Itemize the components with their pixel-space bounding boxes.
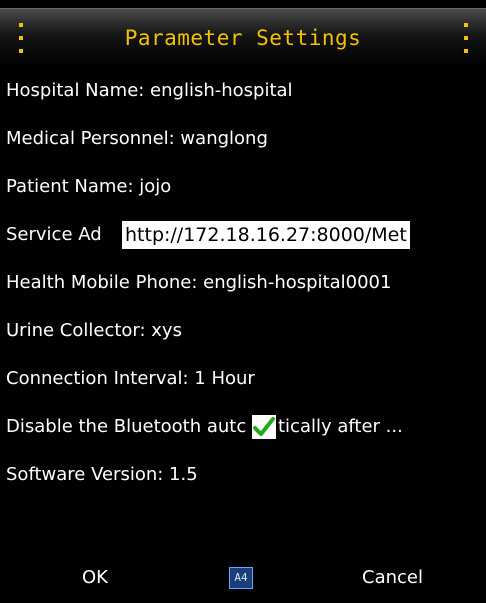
setting-medical-personnel[interactable]: Medical Personnel: wanglong [0, 115, 486, 163]
input-method-icon: A4 [229, 567, 253, 589]
setting-service-address[interactable]: Service Ad http://172.18.16.27:8000/Met [0, 211, 486, 259]
setting-hospital-name[interactable]: Hospital Name: english-hospital [0, 67, 486, 115]
setting-label: Medical Personnel: wanglong [6, 128, 268, 149]
setting-label: Patient Name: jojo [6, 176, 172, 197]
setting-health-mobile-phone[interactable]: Health Mobile Phone: english-hospital000… [0, 259, 486, 307]
status-bar [0, 0, 486, 8]
setting-disable-bluetooth[interactable]: Disable the Bluetooth autc tically after… [0, 403, 486, 451]
setting-label: Disable the Bluetooth autc [6, 416, 247, 437]
checkmark-icon[interactable] [252, 415, 276, 439]
left-menu-dots-icon[interactable] [17, 23, 25, 53]
setting-urine-collector[interactable]: Urine Collector: xys [0, 307, 486, 355]
service-address-input[interactable]: http://172.18.16.27:8000/Met [122, 221, 410, 249]
setting-label: Connection Interval: 1 Hour [6, 368, 255, 389]
page-title: Parameter Settings [124, 26, 362, 50]
setting-label: Health Mobile Phone: english-hospital000… [6, 272, 392, 293]
setting-label: Hospital Name: english-hospital [6, 80, 293, 101]
setting-connection-interval[interactable]: Connection Interval: 1 Hour [0, 355, 486, 403]
right-menu-dots-icon[interactable] [462, 23, 470, 53]
setting-label: Urine Collector: xys [6, 320, 182, 341]
cancel-button[interactable]: Cancel [362, 553, 423, 603]
title-bar: Parameter Settings [0, 8, 486, 67]
setting-label: Service Ad [6, 224, 102, 245]
setting-label: Software Version: 1.5 [6, 464, 198, 485]
setting-software-version[interactable]: Software Version: 1.5 [0, 451, 486, 499]
setting-patient-name[interactable]: Patient Name: jojo [0, 163, 486, 211]
ok-button[interactable]: OK [82, 553, 108, 603]
setting-label-tail: tically after ... [278, 416, 403, 437]
softkey-bar: OK A4 Cancel [0, 553, 486, 603]
settings-list: Hospital Name: english-hospital Medical … [0, 67, 486, 534]
